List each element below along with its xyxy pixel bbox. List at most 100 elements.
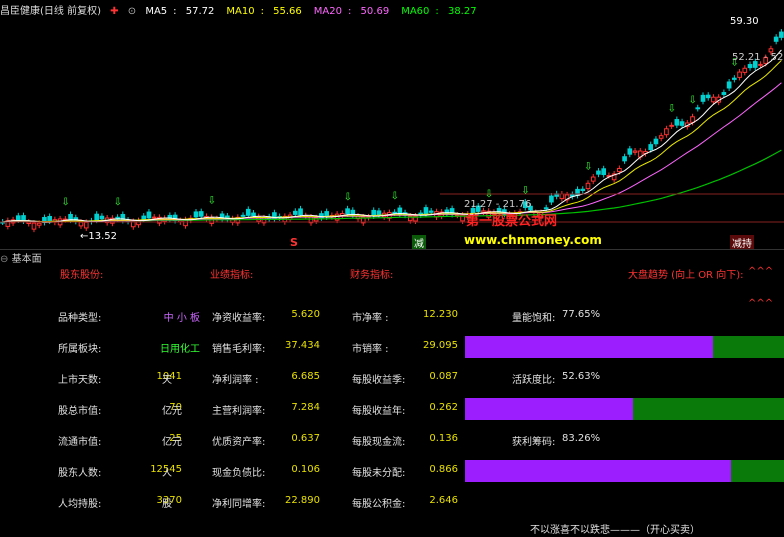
candle: [711, 96, 716, 103]
finance-label: 每股公积金:: [352, 499, 406, 510]
gauge-label: 量能饱和:: [512, 313, 556, 324]
candle: [298, 208, 303, 216]
candle: [695, 107, 701, 110]
candle: [198, 211, 204, 217]
performance-value: 5.620: [291, 309, 320, 320]
basic-label: 品种类型:: [58, 313, 102, 324]
candle: [141, 215, 147, 220]
candle: [679, 121, 685, 126]
candle: [146, 211, 152, 219]
ma-legend-item: MA5: 57.72: [145, 6, 220, 17]
candle: [68, 213, 73, 221]
candle: [747, 64, 753, 69]
gauge-fill: [465, 460, 731, 482]
performance-value: 6.685: [291, 371, 320, 382]
finance-value: 0.087: [429, 371, 458, 382]
footer-motto: 不以涨喜不以跌悲———（开心买卖）: [530, 525, 700, 536]
candle: [742, 67, 748, 73]
candle: [428, 210, 434, 213]
candle: [251, 212, 256, 217]
candle: [705, 94, 711, 99]
trend-arrows-1: ^^^: [748, 266, 774, 277]
buy-arrow-icon: ⇩: [344, 192, 352, 203]
high-price-label: 59.30: [730, 16, 759, 27]
buy-arrow-icon: ⇩: [208, 195, 216, 206]
candle: [345, 208, 350, 215]
performance-label: 优质资产率:: [212, 437, 266, 448]
candle: [700, 94, 706, 102]
gauge-label: 活跃度比:: [512, 375, 556, 386]
section-market-trend: 大盘趋势 (向上 OR 向下):: [628, 270, 744, 281]
section-shareholder: 股东股份:: [60, 270, 104, 281]
price-chart[interactable]: ⇩ ⇩ ⇩ ⇩ ⇩ ⇩ ⇩⇩⇩⇩⇩: [0, 0, 784, 250]
ma-name: MA20: [313, 6, 342, 17]
basic-value: 12545: [150, 464, 182, 475]
candle: [559, 193, 565, 200]
basic-label: 流通市值:: [58, 437, 102, 448]
candle: [78, 221, 84, 227]
candle: [773, 36, 779, 42]
candle: [590, 176, 596, 182]
basic-value: 中 小 板: [163, 313, 200, 324]
candle: [193, 211, 199, 218]
candle: [94, 213, 100, 221]
performance-label: 销售毛利率:: [212, 344, 266, 355]
buy-arrow-icon: ⇩: [689, 95, 697, 106]
gauge-value: 77.65%: [562, 309, 601, 320]
basic-unit: 亿元: [162, 406, 182, 417]
candle: [622, 156, 627, 162]
candle: [658, 135, 664, 139]
candle: [669, 124, 674, 127]
candle: [690, 116, 695, 123]
candle: [423, 207, 429, 215]
performance-value: 22.890: [285, 495, 320, 506]
performance-label: 净利同增率:: [212, 499, 266, 510]
gauge-bar: [465, 398, 784, 420]
candle: [674, 119, 680, 126]
weight-toggle-icon[interactable]: ✚: [110, 6, 118, 17]
gauge-value: 52.63%: [562, 371, 601, 382]
ma-name: MA10: [226, 6, 255, 17]
collapse-icon[interactable]: ⊖: [0, 254, 8, 265]
performance-value: 7.284: [291, 402, 320, 413]
basic-value: 1041: [156, 371, 182, 382]
ma60-line: [2, 149, 782, 223]
panel-title[interactable]: 基本面: [12, 254, 42, 265]
buy-arrow-icon: ⇩: [114, 197, 122, 208]
ma-name: MA60: [401, 6, 430, 17]
performance-value: 37.434: [285, 340, 320, 351]
candle: [240, 214, 246, 217]
performance-label: 现金负债比:: [212, 468, 266, 479]
gauge-remainder: [632, 398, 784, 420]
finance-value: 12.230: [423, 309, 458, 320]
basic-label: 人均持股:: [58, 499, 102, 510]
basic-unit: 天: [162, 375, 172, 386]
ma-sep: :: [435, 6, 442, 17]
candle: [543, 207, 549, 210]
candle: [245, 208, 251, 216]
range-label: 21.27 - 21.76: [464, 199, 532, 210]
basic-label: 所属板块:: [58, 344, 102, 355]
candle: [648, 144, 654, 151]
basic-label: 股总市值:: [58, 406, 102, 417]
candle: [575, 188, 580, 196]
candle: [15, 215, 21, 221]
candle: [601, 168, 607, 176]
ma-value: 55.66: [273, 6, 302, 17]
section-performance: 业绩指标:: [210, 270, 254, 281]
performance-value: 0.106: [291, 464, 320, 475]
fundamentals-tab-bar: ⊖ 基本面: [0, 249, 784, 265]
watermark-url: www.chnmoney.com: [464, 233, 602, 247]
buy-arrow-icon: ⇩: [61, 197, 69, 208]
ma-value: 50.69: [360, 6, 390, 17]
candle: [36, 222, 42, 226]
ma-legend-item: MA10: 55.66: [226, 6, 307, 17]
ma-sep: :: [260, 6, 268, 17]
candle: [726, 81, 732, 89]
performance-label: 净利润率 :: [212, 375, 259, 386]
settings-icon[interactable]: ⊙: [128, 6, 136, 17]
candle: [617, 168, 622, 173]
gauge-bar: [465, 460, 784, 482]
performance-value: 0.637: [291, 433, 320, 444]
candle: [120, 213, 126, 221]
